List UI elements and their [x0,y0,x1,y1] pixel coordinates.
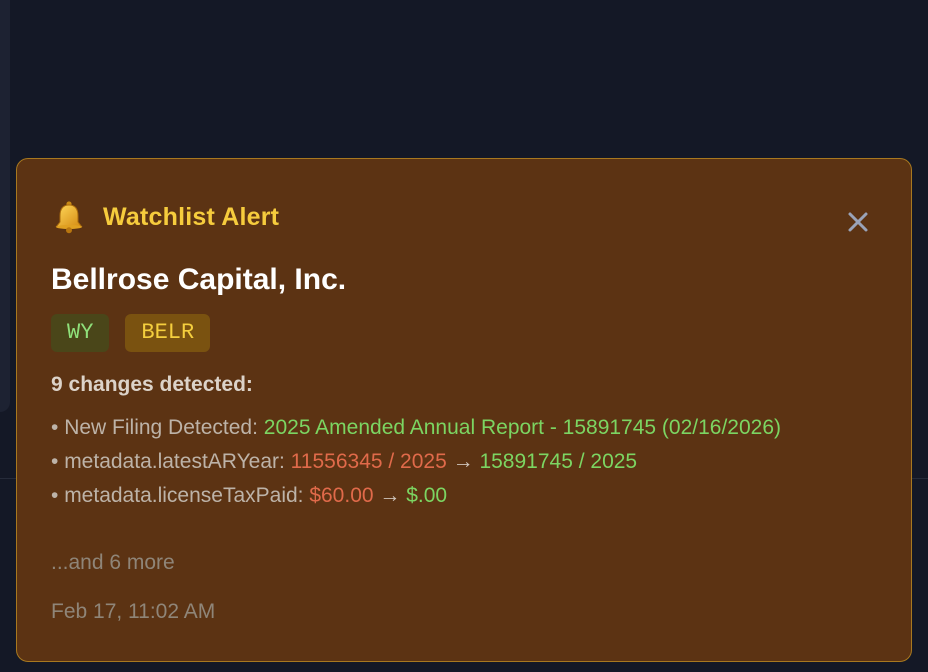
change-item: • New Filing Detected: 2025 Amended Annu… [51,411,851,445]
bell-icon [55,201,83,234]
toast-header: Watchlist Alert [51,199,279,235]
old-value: $60.00 [309,484,374,507]
change-item: • metadata.licenseTaxPaid: $60.00 → $.00 [51,479,851,513]
change-list: • New Filing Detected: 2025 Amended Annu… [51,411,851,513]
bullet: • [51,450,65,473]
changes-heading: 9 changes detected: [51,373,253,396]
alert-title: Watchlist Alert [103,202,280,231]
new-value: $.00 [406,484,448,507]
watchlist-alert-toast: Watchlist Alert Bellrose Capital, Inc. W… [16,158,912,662]
more-changes-link[interactable]: ...and 6 more [51,551,175,575]
arrow-icon: → [446,450,480,473]
change-item: • metadata.latestARYear: 11556345 / 2025… [51,445,851,479]
change-label: New Filing Detected: [64,416,264,439]
company-name: Bellrose Capital, Inc. [51,263,347,296]
badge-row: WY BELR [51,314,211,352]
new-value: 2025 Amended Annual Report - 15891745 (0… [263,416,782,439]
change-label: metadata.latestARYear: [64,450,291,473]
new-value: 15891745 / 2025 [479,450,638,473]
state-badge: WY [51,314,110,352]
close-icon[interactable] [843,207,873,237]
bullet: • [51,416,65,439]
ticker-badge: BELR [125,314,211,352]
old-value: 11556345 / 2025 [290,450,447,473]
arrow-icon: → [373,484,407,507]
timestamp: Feb 17, 11:02 AM [51,600,216,623]
background-panel [0,0,10,412]
change-label: metadata.licenseTaxPaid: [64,484,310,507]
bullet: • [51,484,65,507]
